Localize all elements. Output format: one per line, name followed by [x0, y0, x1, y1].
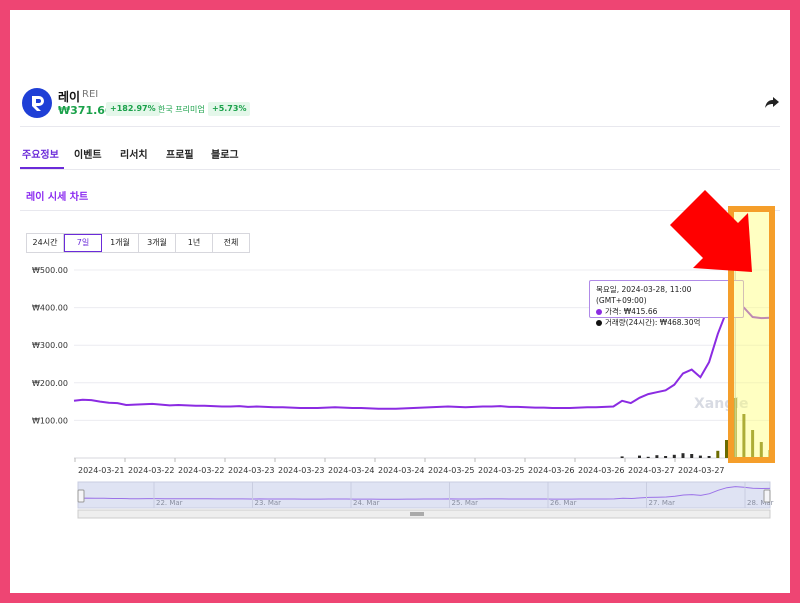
y-tick-label: ₩500.00: [32, 266, 68, 275]
navigator-label: 26. Mar: [550, 499, 577, 507]
volume-bar: [716, 450, 720, 458]
x-tick-label: 2024-03-21: [78, 466, 125, 475]
tooltip-price-row: 가격: ₩415.66: [596, 306, 737, 317]
x-tick-label: 2024-03-24: [378, 466, 425, 475]
x-tick-label: 2024-03-23: [278, 466, 325, 475]
navigator-label: 23. Mar: [255, 499, 282, 507]
x-axis-labels: 2024-03-21 2024-03-22 2024-03-22 2024-03-23…: [74, 458, 725, 475]
tooltip-price: 가격: ₩415.66: [605, 307, 658, 316]
x-tick-label: 2024-03-25: [478, 466, 525, 475]
page-frame: 레이 REI ₩371.663 +182.97% 한국 프리미엄 +5.73% …: [10, 10, 790, 593]
volume-bar: [655, 455, 659, 458]
volume-bar: [672, 454, 676, 458]
navigator-right-handle[interactable]: [763, 489, 771, 503]
volume-dot-icon: [596, 320, 602, 326]
y-tick-label: ₩200.00: [32, 379, 68, 388]
navigator-label: 24. Mar: [353, 499, 380, 507]
x-tick-label: 2024-03-22: [128, 466, 175, 475]
volume-bar: [690, 454, 694, 458]
y-axis-labels: ₩100.00 ₩200.00 ₩300.00 ₩400.00 ₩500.00: [32, 266, 68, 425]
volume-bar: [620, 456, 624, 458]
x-tick-label: 2024-03-23: [228, 466, 275, 475]
navigator-label: 22. Mar: [156, 499, 183, 507]
chart-tooltip: 목요일, 2024-03-28, 11:00 (GMT+09:00) 가격: ₩…: [589, 280, 744, 327]
x-tick-label: 2024-03-27: [628, 466, 675, 475]
x-tick-label: 2024-03-26: [578, 466, 625, 475]
x-tick-label: 2024-03-26: [528, 466, 575, 475]
tooltip-volume-row: 거래량(24시간): ₩468.30억: [596, 317, 737, 328]
navigator-label: 25. Mar: [452, 499, 479, 507]
x-tick-label: 2024-03-22: [178, 466, 225, 475]
volume-bar: [707, 456, 711, 458]
volume-bar: [664, 456, 668, 458]
tooltip-header: 목요일, 2024-03-28, 11:00 (GMT+09:00): [596, 285, 692, 305]
volume-bar: [681, 453, 685, 458]
y-tick-label: ₩400.00: [32, 304, 68, 313]
navigator-label: 27. Mar: [649, 499, 676, 507]
volume-bar: [646, 456, 650, 458]
red-arrow-icon: [670, 190, 752, 272]
volume-bar: [638, 455, 641, 458]
navigator: 22. Mar 23. Mar 24. Mar 25. Mar 26. Mar 27. M…: [77, 481, 774, 519]
tooltip-volume: 거래량(24시간): ₩468.30억: [605, 318, 701, 327]
volume-bar: [698, 455, 702, 458]
navigator-left-handle[interactable]: [77, 489, 85, 503]
x-tick-label: 2024-03-25: [428, 466, 475, 475]
x-tick-label: 2024-03-27: [678, 466, 725, 475]
scrollbar-thumb: [410, 512, 424, 516]
price-dot-icon: [596, 309, 602, 315]
y-tick-label: ₩300.00: [32, 341, 68, 350]
x-tick-label: 2024-03-24: [328, 466, 375, 475]
y-tick-label: ₩100.00: [32, 416, 68, 425]
